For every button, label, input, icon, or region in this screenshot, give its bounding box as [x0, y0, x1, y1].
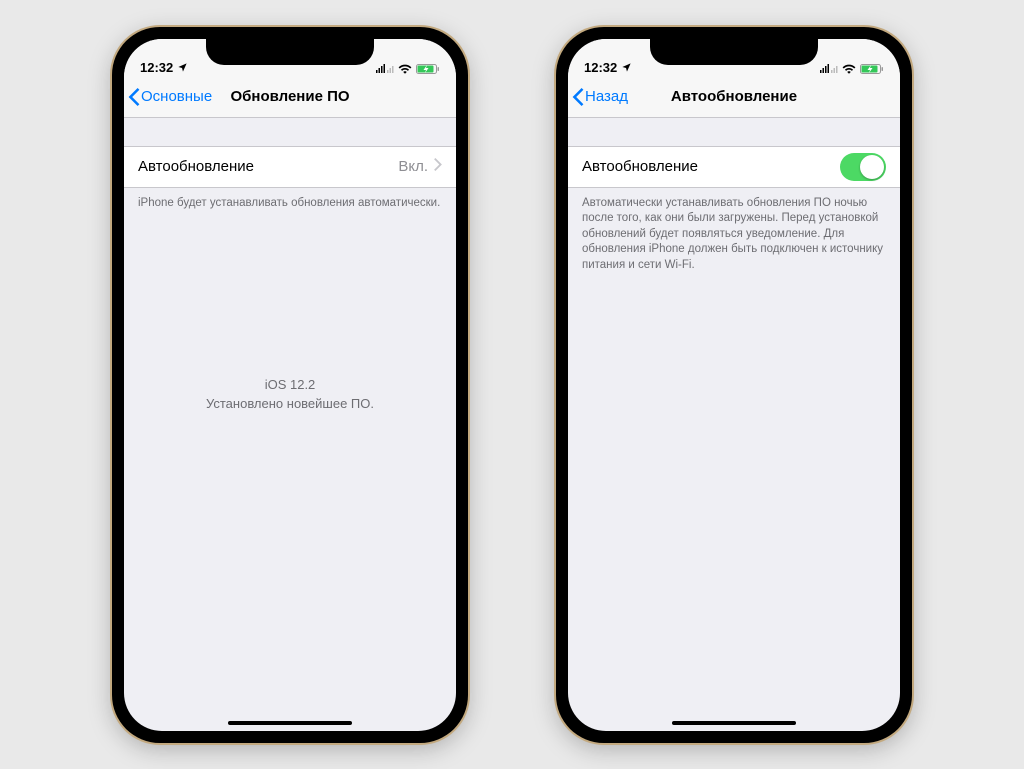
wifi-icon	[398, 63, 412, 74]
nav-back-label: Основные	[141, 88, 212, 105]
home-indicator[interactable]	[228, 721, 352, 725]
nav-back-button[interactable]: Основные	[128, 88, 212, 106]
nav-back-button[interactable]: Назад	[572, 88, 628, 106]
dual-signal-icon	[820, 63, 838, 74]
update-status-block: iOS 12.2 Установлено новейшее ПО.	[124, 375, 456, 414]
content: Автообновление Автоматически устанавлива…	[568, 118, 900, 731]
location-icon	[621, 62, 632, 73]
battery-charging-icon	[860, 63, 884, 75]
phone-mockup-left: 12:32	[112, 27, 468, 743]
auto-update-toggle[interactable]	[840, 153, 886, 181]
nav-back-label: Назад	[585, 88, 628, 105]
nav-bar: Основные Обновление ПО	[124, 77, 456, 118]
location-icon	[177, 62, 188, 73]
notch	[650, 39, 818, 65]
chevron-left-icon	[128, 88, 140, 106]
cell-label: Автообновление	[138, 158, 398, 175]
dual-signal-icon	[376, 63, 394, 74]
cell-value: Вкл.	[398, 158, 428, 175]
update-status-text: Установлено новейшее ПО.	[124, 394, 456, 414]
notch	[206, 39, 374, 65]
content: Автообновление Вкл. iPhone будет устанав…	[124, 118, 456, 731]
battery-charging-icon	[416, 63, 440, 75]
nav-bar: Назад Автообновление	[568, 77, 900, 118]
cell-footer-text: Автоматически устанавливать обновления П…	[568, 188, 900, 274]
screen: 12:32	[568, 39, 900, 731]
cell-label: Автообновление	[582, 158, 840, 175]
home-indicator[interactable]	[672, 721, 796, 725]
wifi-icon	[842, 63, 856, 74]
phone-mockup-right: 12:32	[556, 27, 912, 743]
status-time: 12:32	[584, 60, 617, 75]
cell-footer-text: iPhone будет устанавливать обновления ав…	[124, 188, 456, 212]
auto-update-toggle-cell: Автообновление	[568, 146, 900, 188]
ios-version-text: iOS 12.2	[124, 375, 456, 395]
chevron-left-icon	[572, 88, 584, 106]
screen: 12:32	[124, 39, 456, 731]
status-time: 12:32	[140, 60, 173, 75]
chevron-right-icon	[434, 158, 442, 175]
auto-update-cell[interactable]: Автообновление Вкл.	[124, 146, 456, 188]
